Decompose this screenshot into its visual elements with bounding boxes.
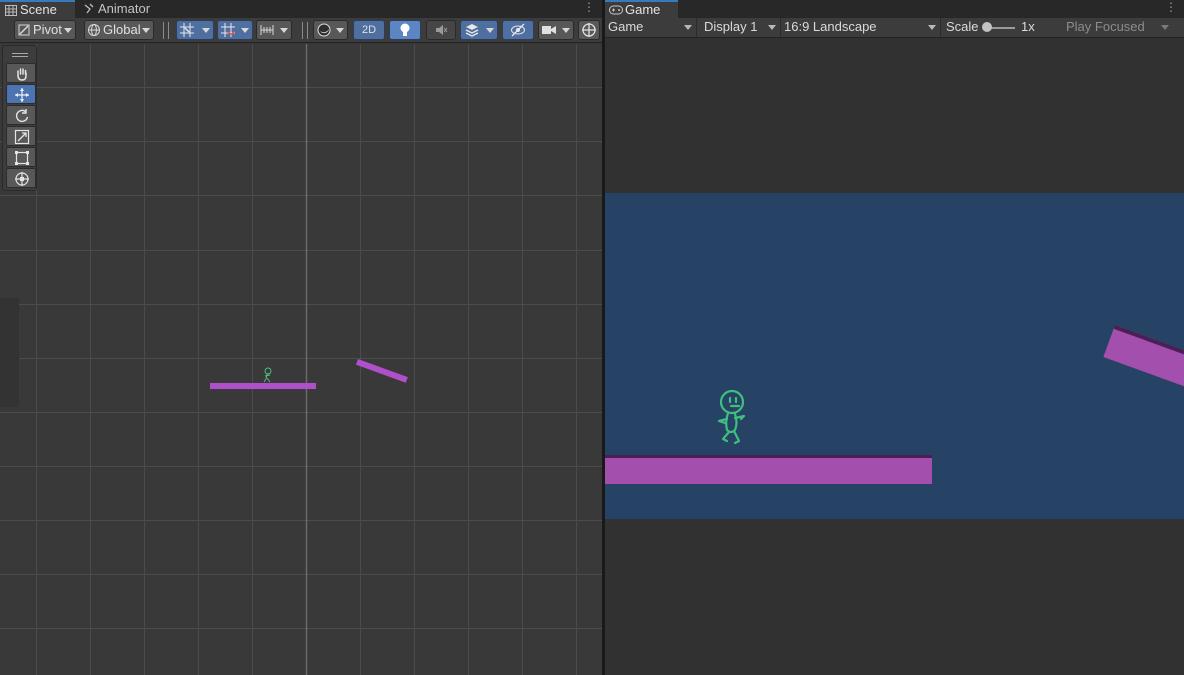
grid-visibility-button[interactable]	[217, 20, 253, 40]
game-panel: Game ⋮ Game Display 1 16:9 Landscape Sca…	[605, 0, 1184, 675]
lighting-toggle[interactable]	[389, 20, 421, 40]
chevron-down-icon	[684, 25, 692, 30]
grid-snap-icon	[180, 23, 194, 37]
chevron-down-icon	[241, 28, 249, 33]
chevron-down-icon	[336, 28, 344, 33]
hand-icon	[17, 68, 27, 81]
game-toolbar: Game Display 1 16:9 Landscape Scale 1x P…	[605, 18, 1184, 38]
scene-grid	[0, 44, 602, 675]
scene-viewport[interactable]	[0, 44, 602, 675]
effects-button[interactable]	[460, 20, 498, 40]
aspect-select-label: 16:9 Landscape	[784, 19, 877, 34]
play-mode-label: Play Focused	[1066, 19, 1145, 34]
lightbulb-icon	[400, 23, 410, 36]
grid-snapping-button[interactable]	[176, 20, 214, 40]
move-icon	[15, 88, 29, 102]
scene-tabbar: Scene Animator ⋮	[0, 0, 602, 18]
game-tabbar: Game ⋮	[605, 0, 1184, 18]
view-select[interactable]: Game	[605, 18, 697, 37]
scene-panel: Scene Animator ⋮ Pivot Global 2D	[0, 0, 602, 675]
toolbar-separator	[302, 22, 308, 39]
chevron-down-icon	[64, 28, 72, 33]
tab-game[interactable]: Game	[605, 0, 678, 18]
scale-value: 1x	[1021, 19, 1035, 34]
move-tool-button[interactable]	[6, 84, 36, 104]
drag-handle-icon[interactable]	[12, 53, 28, 57]
game-more-icon[interactable]: ⋮	[1165, 1, 1177, 13]
chevron-down-icon	[142, 28, 150, 33]
toolbar-separator	[163, 22, 169, 39]
chevron-down-icon	[202, 28, 210, 33]
play-mode-select[interactable]: Play Focused	[1063, 18, 1173, 37]
rect-tool-button[interactable]	[6, 147, 36, 167]
aspect-select[interactable]: 16:9 Landscape	[781, 18, 941, 37]
scale-tool-button[interactable]	[6, 126, 36, 146]
camera-icon	[542, 26, 556, 34]
tab-scene-label: Scene	[20, 2, 57, 17]
chevron-down-icon	[928, 25, 936, 30]
scale-icon	[14, 129, 30, 145]
rect-transform-icon	[15, 151, 29, 165]
rotate-icon	[15, 109, 29, 123]
pivot-label: Pivot	[33, 22, 62, 37]
shading-mode-button[interactable]	[313, 20, 348, 40]
pivot-icon	[18, 24, 30, 36]
game-platform-ground	[605, 455, 932, 484]
tab-animator[interactable]: Animator	[78, 0, 168, 18]
scale-slider-thumb[interactable]	[982, 22, 992, 32]
audio-toggle[interactable]	[426, 20, 456, 40]
snap-increment-icon	[260, 25, 274, 35]
rotate-tool-button[interactable]	[6, 105, 36, 125]
global-label: Global	[103, 22, 141, 37]
scale-label: Scale	[946, 19, 979, 34]
mode-2d-button[interactable]: 2D	[353, 20, 385, 40]
gizmos-button[interactable]	[578, 20, 600, 40]
gamepad-icon	[609, 5, 623, 15]
grid-icon	[5, 5, 17, 16]
tab-scene[interactable]: Scene	[0, 0, 75, 18]
view-select-label: Game	[608, 19, 644, 34]
chevron-down-icon	[1161, 25, 1169, 30]
scene-player-sprite[interactable]	[262, 367, 274, 383]
global-dropdown[interactable]: Global	[84, 20, 154, 40]
tab-game-label: Game	[625, 2, 661, 17]
scale-control: Scale 1x	[943, 18, 1063, 37]
chevron-down-icon	[486, 28, 494, 33]
transform-tool-button[interactable]	[6, 168, 36, 188]
scene-more-icon[interactable]: ⋮	[583, 1, 595, 13]
collapsed-overlay	[0, 298, 19, 407]
camera-settings-button[interactable]	[538, 20, 574, 40]
display-select-label: Display 1	[704, 19, 758, 34]
chevron-down-icon	[562, 28, 570, 33]
display-select[interactable]: Display 1	[701, 18, 781, 37]
chevron-down-icon	[280, 28, 288, 33]
grid-magnet-icon	[221, 23, 235, 37]
animator-icon	[84, 3, 94, 14]
scene-toolbar: Pivot Global 2D	[0, 18, 602, 43]
gizmo-icon	[582, 23, 596, 37]
chevron-down-icon	[768, 25, 776, 30]
game-player-character	[717, 389, 746, 445]
tool-palette	[2, 45, 37, 191]
game-view[interactable]	[605, 193, 1184, 519]
globe-icon	[88, 24, 100, 36]
increment-snap-button[interactable]	[256, 20, 292, 40]
mode-2d-label: 2D	[361, 24, 377, 36]
tab-animator-label: Animator	[98, 1, 151, 16]
audio-muted-icon	[436, 25, 448, 35]
layers-icon	[465, 24, 479, 37]
eye-hidden-icon	[511, 23, 525, 37]
hand-tool-button[interactable]	[6, 63, 36, 83]
scene-visibility-toggle[interactable]	[502, 20, 534, 40]
pivot-dropdown[interactable]: Pivot	[14, 20, 76, 40]
game-platform-tilted	[1103, 325, 1184, 395]
sphere-icon	[317, 23, 331, 37]
transform-icon	[15, 172, 29, 186]
scene-platform-ground[interactable]	[210, 383, 316, 389]
